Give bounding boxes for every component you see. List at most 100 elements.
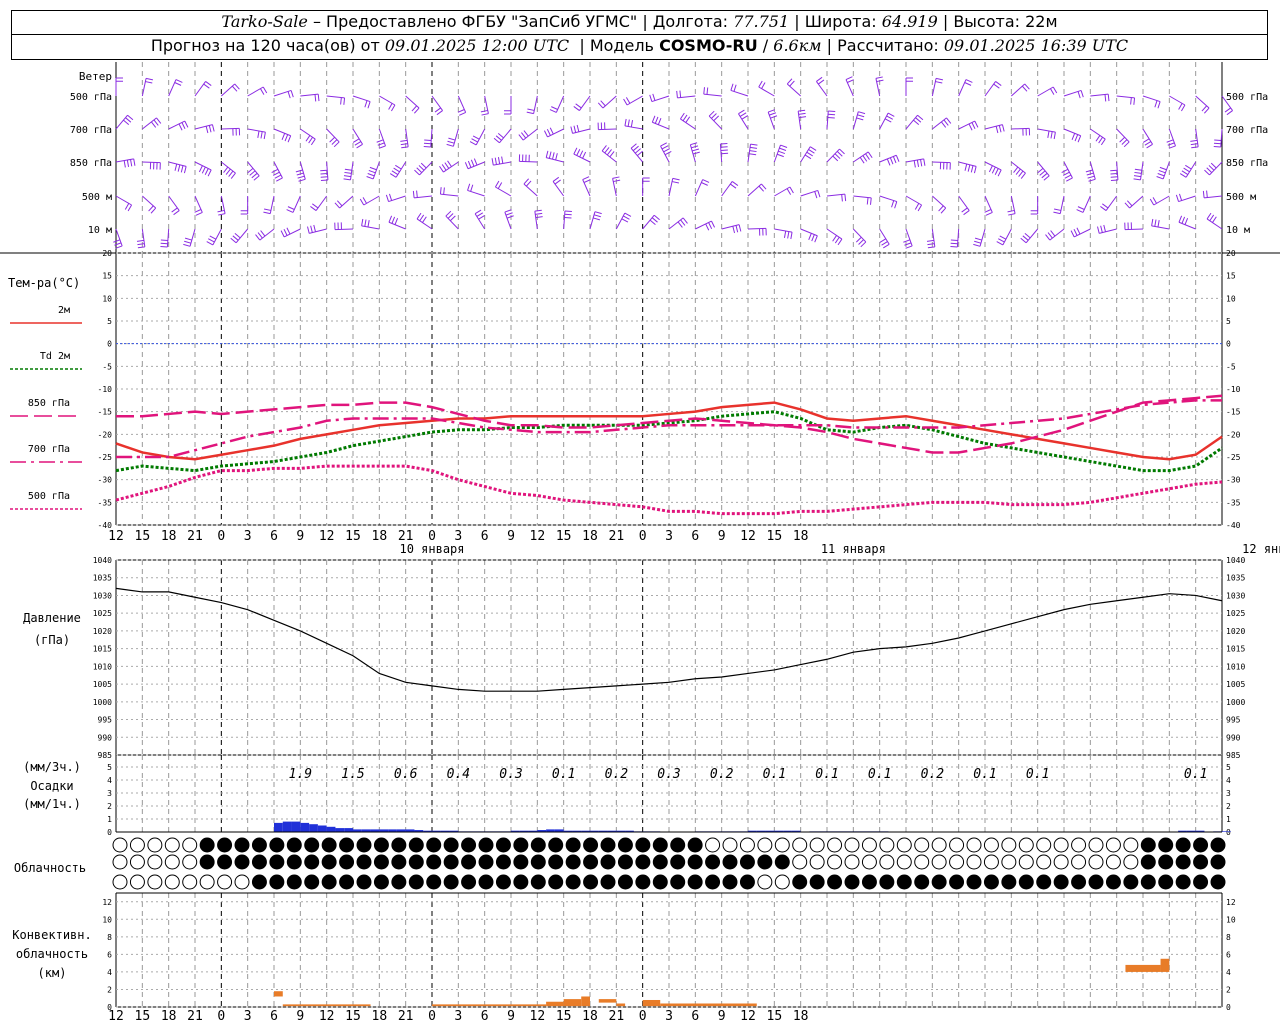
conv-hour-label: 6 bbox=[270, 1009, 278, 1024]
cloud-cover-symbol bbox=[426, 854, 442, 870]
temp-title: Тем-ра(°C) bbox=[8, 276, 80, 290]
conv-tick-right: 2 bbox=[1226, 985, 1231, 994]
wind-barb-flag bbox=[985, 211, 993, 216]
wind-barb-staff bbox=[1116, 95, 1135, 99]
cloud-cover-symbol bbox=[495, 837, 511, 853]
wind-barb-flag bbox=[1175, 194, 1180, 202]
wind-barb-flag bbox=[730, 183, 737, 189]
conv-tick-right: 12 bbox=[1226, 898, 1236, 907]
wind-barb-staff bbox=[315, 195, 328, 211]
wind-barb-flag bbox=[903, 239, 911, 243]
wind-barb-flag bbox=[758, 185, 765, 192]
wind-barb-flag bbox=[211, 124, 215, 132]
wind-barb-staff bbox=[721, 181, 733, 197]
cloud-cover-symbol bbox=[321, 854, 337, 870]
cloud-cover-symbol bbox=[600, 837, 616, 853]
temp-hour-label: 3 bbox=[665, 529, 673, 544]
wind-barb-flag bbox=[671, 181, 680, 184]
temp-tick-right: 20 bbox=[1226, 249, 1236, 258]
wind-barb-flag bbox=[1073, 228, 1078, 236]
wind-barb-flag bbox=[263, 208, 272, 211]
wind-barb-flag bbox=[1053, 132, 1056, 140]
wind-barb-staff bbox=[379, 95, 396, 106]
wind-barb-flag bbox=[184, 120, 189, 128]
cloud-cover-symbol bbox=[635, 874, 651, 890]
temp-hour-label: 18 bbox=[161, 529, 177, 544]
wind-barb-staff bbox=[440, 193, 459, 197]
wind-barb-flag bbox=[391, 170, 399, 175]
wind-barb-flag bbox=[1001, 124, 1005, 132]
wind-barb-flag bbox=[554, 179, 561, 185]
wind-barb-flag bbox=[612, 176, 620, 179]
wind-barb-flag bbox=[841, 194, 843, 202]
cloud-cover-symbol bbox=[269, 874, 285, 890]
wind-barb-flag bbox=[732, 226, 736, 234]
wind-barb-flag bbox=[314, 94, 317, 102]
wind-barb-flag bbox=[887, 112, 895, 117]
wind-barb-flag bbox=[832, 235, 837, 242]
wind-barb-flag bbox=[439, 165, 444, 173]
pres-tick-left: 990 bbox=[98, 733, 113, 742]
wind-barb-staff bbox=[352, 95, 371, 103]
wind-barb-flag bbox=[652, 93, 656, 101]
wind-barb-flag bbox=[546, 128, 551, 136]
temp-hour-label: 18 bbox=[793, 529, 809, 544]
wind-barb-flag bbox=[497, 182, 503, 189]
wind-barb-flag bbox=[448, 137, 456, 141]
wind-barb-flag bbox=[1181, 170, 1189, 175]
wind-barb-staff bbox=[334, 228, 354, 231]
wind-barb-staff bbox=[1063, 128, 1081, 137]
temp-hour-label: 0 bbox=[639, 529, 647, 544]
cloud-cover-symbol bbox=[792, 837, 808, 853]
cloud-cover-symbol bbox=[652, 854, 668, 870]
wind-barb-flag bbox=[1100, 206, 1107, 211]
wind-barb-staff bbox=[142, 117, 157, 130]
wind-barb-staff bbox=[931, 78, 937, 97]
wind-barb-flag bbox=[257, 232, 263, 239]
wind-barb-flag bbox=[814, 235, 818, 243]
wind-barb-flag bbox=[470, 159, 475, 167]
wind-barb-flag bbox=[1015, 168, 1021, 175]
wind-barb-flag bbox=[1159, 166, 1167, 171]
wind-barb-flag bbox=[207, 238, 215, 243]
cloud-cover-symbol bbox=[461, 837, 477, 853]
wind-barb-flag bbox=[677, 221, 683, 228]
wind-barb-flag bbox=[153, 119, 159, 126]
wind-barb-staff bbox=[141, 78, 147, 97]
wind-barb-flag bbox=[1208, 165, 1215, 171]
wind-barb-staff bbox=[1116, 128, 1130, 143]
wind-barb-flag bbox=[1180, 104, 1186, 112]
wind-barb-flag bbox=[749, 150, 757, 153]
cloud-cover-symbol bbox=[199, 854, 215, 870]
wind-barb-flag bbox=[1103, 224, 1106, 232]
wind-barb-staff bbox=[984, 161, 1002, 171]
wind-barb-flag bbox=[995, 81, 1002, 86]
wind-barb-flag bbox=[858, 239, 864, 245]
wind-barb-staff bbox=[932, 161, 951, 164]
wind-barb-flag bbox=[731, 181, 739, 186]
wind-barb-staff bbox=[372, 161, 380, 180]
wind-barb-flag bbox=[257, 130, 260, 138]
wind-barb-flag bbox=[1156, 176, 1164, 180]
wind-barb-flag bbox=[209, 235, 217, 240]
wind-barb-flag bbox=[905, 245, 913, 249]
wind-barb-flag bbox=[114, 242, 122, 246]
wind-barb-flag bbox=[217, 209, 225, 213]
wind-barb-flag bbox=[867, 151, 873, 159]
wind-barb-flag bbox=[343, 178, 351, 181]
prec-3h-amount: 0.2 bbox=[921, 767, 945, 782]
temp-hour-label: 15 bbox=[556, 529, 572, 544]
wind-barb-flag bbox=[444, 162, 450, 169]
wind-barb-flag bbox=[281, 133, 286, 140]
wind-barb-staff bbox=[694, 179, 704, 197]
temp-tick-left: -15 bbox=[98, 408, 113, 417]
wind-barb-flag bbox=[604, 147, 610, 154]
wind-level-label-right: 850 гПа bbox=[1226, 158, 1268, 169]
wind-barb-flag bbox=[1077, 135, 1082, 143]
wind-barb-flag bbox=[393, 167, 400, 173]
wind-barb-flag bbox=[130, 159, 133, 167]
wind-barb-flag bbox=[676, 90, 678, 98]
wind-barb-staff bbox=[800, 146, 811, 163]
cloud-cover-symbol bbox=[705, 854, 721, 870]
prec-3h-amount: 0.1 bbox=[973, 767, 996, 782]
